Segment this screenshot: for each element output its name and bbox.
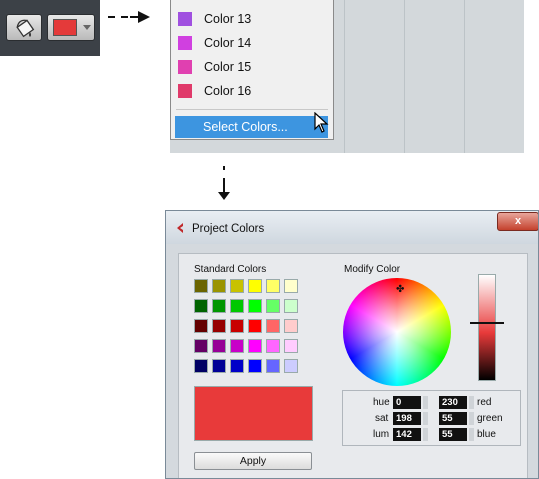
standard-color-swatch[interactable] <box>230 339 244 353</box>
color-swatch <box>53 19 77 36</box>
luminance-slider-handle[interactable] <box>470 322 504 324</box>
colors-panel: Standard Colors Modify Color Apply ✤ hue… <box>178 253 528 478</box>
color-dropdown-button[interactable] <box>47 14 95 41</box>
project-colors-dialog: Project Colors x Standard Colors Modify … <box>165 210 539 479</box>
menu-item-label: Select Colors... <box>203 120 288 134</box>
menu-item-label: Color 13 <box>204 12 252 26</box>
arrow-down-icon <box>218 184 230 200</box>
standard-color-swatch[interactable] <box>284 299 298 313</box>
toolbar <box>0 0 100 56</box>
green-label: green <box>477 413 503 424</box>
standard-color-swatch[interactable] <box>284 319 298 333</box>
standard-color-swatch[interactable] <box>266 299 280 313</box>
standard-color-swatch[interactable] <box>212 359 226 373</box>
arrow-connector-down <box>215 160 233 205</box>
blue-label: blue <box>477 429 496 440</box>
hue-label: hue <box>373 397 390 408</box>
dialog-titlebar[interactable]: Project Colors x <box>166 211 538 244</box>
standard-color-swatch[interactable] <box>266 319 280 333</box>
red-label: red <box>477 397 492 408</box>
dialog-title: Project Colors <box>192 223 265 235</box>
red-spinner[interactable] <box>469 396 474 409</box>
standard-color-swatch[interactable] <box>230 359 244 373</box>
standard-color-swatch[interactable] <box>266 339 280 353</box>
menu-item-color-14[interactable]: Color 14 <box>171 32 333 54</box>
standard-color-swatch[interactable] <box>248 319 262 333</box>
menu-item-color-13[interactable]: Color 13 <box>171 8 333 30</box>
menu-item-label: Color 14 <box>204 36 252 50</box>
blue-field[interactable]: 55 <box>439 428 467 441</box>
menu-separator <box>176 109 328 110</box>
standard-color-swatch[interactable] <box>248 359 262 373</box>
standard-color-swatch[interactable] <box>230 279 244 293</box>
lum-label: lum <box>373 429 390 440</box>
menu-item-color-15[interactable]: Color 15 <box>171 56 333 78</box>
paint-bucket-button[interactable] <box>6 14 42 41</box>
modify-color-label: Modify Color <box>344 264 401 275</box>
menu-item-color-16[interactable]: Color 16 <box>171 80 333 102</box>
menu-item-label: Color 16 <box>204 84 252 98</box>
standard-color-swatch[interactable] <box>194 319 208 333</box>
close-button[interactable]: x <box>497 212 538 231</box>
standard-color-swatch[interactable] <box>266 279 280 293</box>
lum-field[interactable]: 142 <box>393 428 421 441</box>
standard-color-swatch[interactable] <box>284 279 298 293</box>
luminance-slider[interactable] <box>478 274 496 381</box>
hue-field[interactable]: 0 <box>393 396 421 409</box>
sat-label: sat <box>375 413 389 424</box>
red-field[interactable]: 230 <box>439 396 467 409</box>
menu-item-select-colors[interactable]: Select Colors... <box>175 116 328 138</box>
standard-color-swatch[interactable] <box>284 339 298 353</box>
crosshair-icon[interactable]: ✤ <box>396 284 404 295</box>
paint-bucket-icon <box>16 19 35 38</box>
standard-color-swatch[interactable] <box>212 339 226 353</box>
mouse-cursor-icon <box>314 112 329 133</box>
standard-color-swatch[interactable] <box>266 359 280 373</box>
standard-color-swatch[interactable] <box>212 299 226 313</box>
sat-field[interactable]: 198 <box>393 412 421 425</box>
color-swatch <box>178 60 192 74</box>
sat-spinner[interactable] <box>423 412 428 425</box>
standard-color-swatch[interactable] <box>248 279 262 293</box>
lum-spinner[interactable] <box>423 428 428 441</box>
chevron-down-icon <box>83 25 91 30</box>
green-spinner[interactable] <box>469 412 474 425</box>
color-values-panel: hue 0 sat 198 lum 142 230 red 55 green 5… <box>342 390 521 446</box>
standard-color-swatch[interactable] <box>194 299 208 313</box>
app-logo-icon <box>177 223 183 233</box>
current-color-preview <box>194 386 313 441</box>
standard-color-swatch[interactable] <box>284 359 298 373</box>
standard-color-swatch[interactable] <box>212 319 226 333</box>
standard-color-swatch[interactable] <box>194 279 208 293</box>
standard-color-swatch[interactable] <box>230 319 244 333</box>
standard-colors-label: Standard Colors <box>194 264 267 275</box>
standard-color-swatch[interactable] <box>212 279 226 293</box>
standard-color-swatch[interactable] <box>230 299 244 313</box>
hue-spinner[interactable] <box>423 396 428 409</box>
standard-color-swatch[interactable] <box>248 299 262 313</box>
standard-color-swatch[interactable] <box>194 359 208 373</box>
standard-color-swatch[interactable] <box>194 339 208 353</box>
apply-button[interactable]: Apply <box>194 452 312 470</box>
color-swatch <box>178 84 192 98</box>
menu-item-label: Color 15 <box>204 60 252 74</box>
blue-spinner[interactable] <box>469 428 474 441</box>
color-menu: Color 13 Color 14 Color 15 Color 16 Sele… <box>170 0 334 140</box>
green-field[interactable]: 55 <box>439 412 467 425</box>
standard-color-swatch[interactable] <box>248 339 262 353</box>
color-swatch <box>178 36 192 50</box>
arrow-head-icon <box>130 11 150 23</box>
color-swatch <box>178 12 192 26</box>
